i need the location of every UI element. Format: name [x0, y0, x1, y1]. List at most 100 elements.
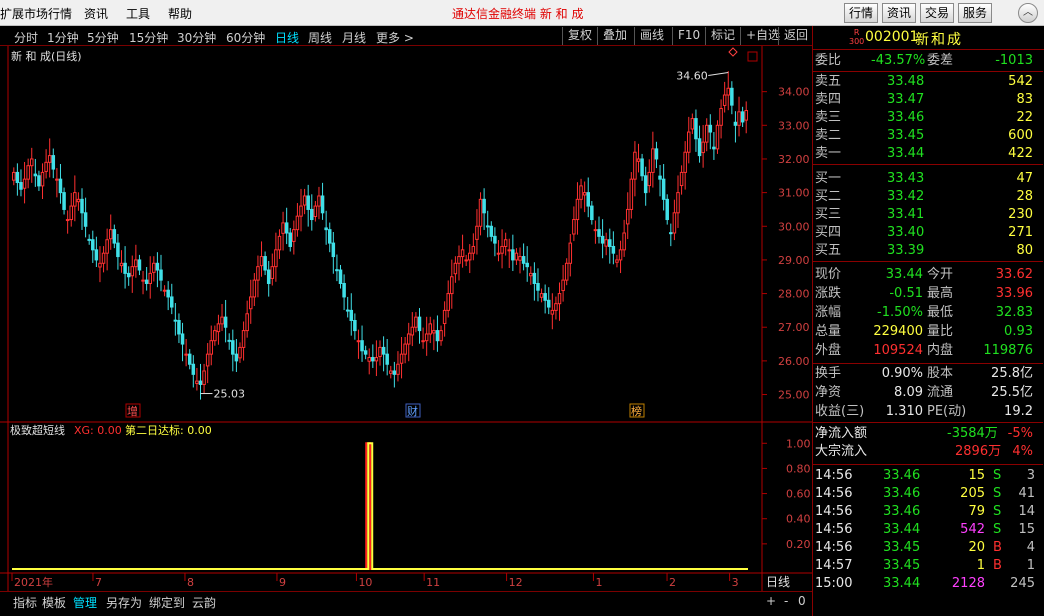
overlay-button[interactable]: 叠加: [597, 27, 627, 45]
menu-tools[interactable]: 工具: [126, 5, 150, 22]
indicator-chart[interactable]: 极致超短线 XG: 0.00 第二日达标: 0.00 1.00 0.80 0.60 0…: [0, 423, 812, 591]
quote-button[interactable]: 行情: [844, 3, 879, 23]
candle-down: [597, 229, 601, 237]
tick-time: 14:56: [815, 504, 853, 519]
candle-up: [65, 219, 70, 222]
bid-row: 买四 33.40 271: [813, 224, 1043, 242]
candle-up: [467, 252, 472, 261]
service-button[interactable]: 服务: [958, 3, 993, 23]
tab-15min[interactable]: 15分钟: [129, 29, 168, 46]
reset-button[interactable]: 0: [798, 594, 806, 608]
adjust-button[interactable]: 复权: [562, 27, 592, 45]
candle-up: [184, 353, 188, 356]
time-axis-label: 2021年: [14, 575, 53, 589]
indicator-tick-label: 0.60: [786, 488, 811, 501]
ask-row: 卖三 33.46 22: [813, 109, 1043, 127]
price-tick-label: 30.00: [778, 220, 810, 233]
tick-volume: 15: [968, 468, 985, 483]
tick-price: 33.44: [883, 522, 921, 537]
candle-up: [76, 198, 81, 203]
candle-down: [740, 111, 745, 123]
zoom-in-button[interactable]: +: [766, 594, 776, 608]
tab-template[interactable]: 模板: [42, 594, 66, 611]
fundamental-value: 1.310: [885, 404, 923, 419]
tab-1min[interactable]: 1分钟: [47, 29, 79, 46]
candle-up: [518, 256, 522, 261]
candle-up: [12, 171, 16, 181]
tick-volume: 205: [960, 486, 985, 501]
ask-volume: 542: [1008, 74, 1033, 89]
tick-time: 14:57: [815, 558, 853, 573]
tab-monthly[interactable]: 月线: [342, 29, 366, 46]
tab-more[interactable]: 更多 >: [376, 29, 414, 46]
tab-cloud[interactable]: 云韵: [192, 594, 216, 611]
candle-up: [205, 353, 210, 367]
time-axis-label: 12: [509, 576, 523, 589]
marker-finance-label: 财: [407, 404, 418, 418]
tab-save-as[interactable]: 另存为: [106, 594, 142, 611]
quote-panel: R 300 002001 新和成 委比 -43.57% 委差 -1013 卖五 33…: [812, 26, 1044, 616]
tab-weekly[interactable]: 周线: [308, 29, 332, 46]
candle-down: [493, 235, 497, 244]
tab-60min[interactable]: 60分钟: [226, 29, 265, 46]
indicator-tick-label: 0.80: [786, 462, 811, 475]
tab-30min[interactable]: 30分钟: [177, 29, 216, 46]
menu-news[interactable]: 资讯: [84, 5, 108, 22]
f10-button[interactable]: F10: [672, 27, 700, 45]
ask-label: 卖三: [815, 110, 842, 125]
trade-button[interactable]: 交易: [920, 3, 955, 23]
tab-manage[interactable]: 管理: [73, 594, 97, 611]
tick-volume: 2128: [951, 576, 985, 591]
ask-volume: 422: [1008, 146, 1033, 161]
candle-up: [44, 161, 48, 172]
tick-price: 33.45: [883, 558, 921, 573]
tick-price: 33.46: [883, 468, 921, 483]
zoom-out-button[interactable]: -: [784, 594, 788, 608]
candle-up: [410, 326, 415, 336]
candle-up: [403, 343, 407, 355]
stat-value: -1.50%: [877, 305, 923, 320]
tab-intraday[interactable]: 分时: [14, 29, 38, 46]
ask-label: 卖二: [815, 128, 842, 143]
back-button[interactable]: 返回: [778, 27, 808, 45]
bid-row: 买三 33.41 230: [813, 206, 1043, 224]
tab-indicator[interactable]: 指标: [13, 594, 37, 611]
news-button[interactable]: 资讯: [882, 3, 917, 23]
tab-daily[interactable]: 日线: [275, 29, 299, 46]
tick-time: 14:56: [815, 468, 853, 483]
kline-chart[interactable]: 新 和 成(日线) 34.00 33.00 32.00 31.00 30.00 29.00…: [0, 46, 812, 423]
ask-label: 卖五: [815, 74, 842, 89]
candle-up: [259, 256, 264, 267]
menu-help[interactable]: 帮助: [168, 5, 192, 22]
fundamental-label: 净资: [815, 385, 842, 400]
candle-down: [223, 316, 228, 328]
chevron-up-icon[interactable]: ︿: [1018, 3, 1038, 23]
stat-value: 32.83: [995, 305, 1033, 320]
bid-volume: 80: [1016, 243, 1033, 258]
menu-bar: 扩展市场行情 资讯 工具 帮助 通达信金融终端 新 和 成 行情 资讯 交易 服…: [0, 0, 1044, 26]
candle-down: [697, 138, 702, 157]
indicator-tick-label: 0.40: [786, 513, 811, 526]
menu-market[interactable]: 扩展市场行情: [0, 5, 72, 22]
tick-row: 14:56 33.46 205 S 41: [813, 485, 1043, 503]
candle-up: [396, 363, 400, 375]
ask-row: 卖二 33.45 600: [813, 127, 1043, 145]
tab-bind-to[interactable]: 绑定到: [149, 594, 185, 611]
stat-value: 33.96: [995, 286, 1033, 301]
tab-5min[interactable]: 5分钟: [87, 29, 119, 46]
add-watchlist-button[interactable]: +自选: [740, 27, 780, 45]
candle-up: [679, 171, 684, 187]
indicator-name[interactable]: 极致超短线: [10, 423, 65, 437]
candle-up: [421, 340, 425, 343]
mark-button[interactable]: 标记: [705, 27, 735, 45]
draw-button[interactable]: 画线: [634, 27, 664, 45]
candle-up: [432, 330, 436, 334]
tick-price: 33.46: [883, 504, 921, 519]
candle-up: [704, 124, 709, 143]
stat-label: 今开: [927, 267, 954, 282]
stat-label: 涨跌: [815, 286, 842, 301]
candle-down: [485, 225, 490, 228]
candle-down: [80, 198, 84, 214]
candle-up: [446, 293, 450, 311]
time-axis-label: 8: [187, 576, 194, 589]
